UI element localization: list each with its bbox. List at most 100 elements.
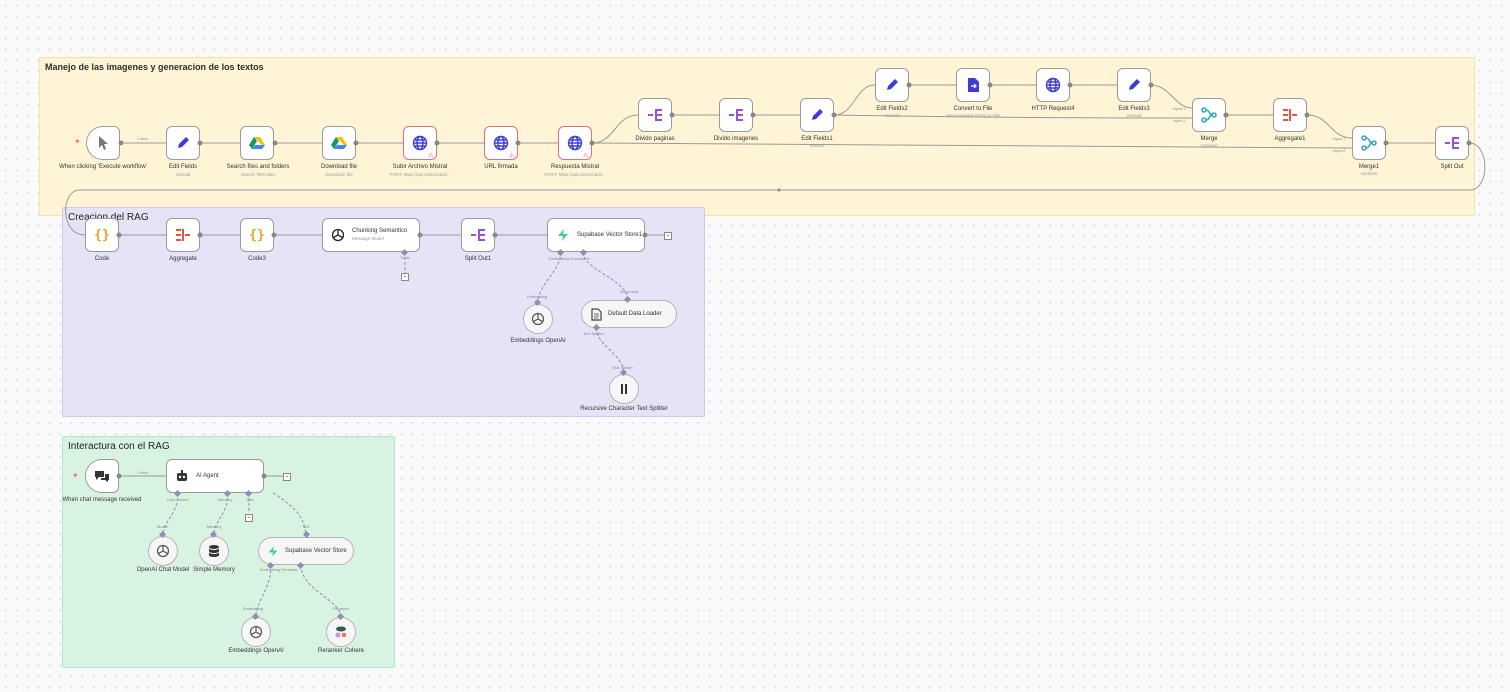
google-drive-icon (249, 137, 265, 149)
edit-fields1-sub: manual (809, 143, 825, 148)
chat-trigger-bolt-icon: ✦ (72, 471, 79, 480)
recursive-splitter-node[interactable] (609, 374, 639, 404)
embeddings-openai-rag-label: Embeddings OpenAI (510, 338, 566, 344)
merge-input2-label: Input 2 (1173, 118, 1186, 123)
aggregate1-label: Aggregate1 (1274, 136, 1306, 142)
edit-fields3-sub: manual (1126, 113, 1142, 118)
code-label: Code (94, 256, 110, 262)
recursive-splitter-label: Recursive Character Text Splitter (580, 406, 668, 412)
respuesta-mistral-sub: POST: https://api.mistral.ai/vl... (544, 172, 606, 177)
url-warning-icon: ⚠ (509, 153, 515, 159)
split-out-node[interactable] (1435, 126, 1469, 160)
chat-trigger-node[interactable] (85, 459, 119, 493)
supabase-icon (558, 229, 568, 241)
chunking-semantico-node[interactable]: Chunking Semantico Message Model (322, 218, 420, 252)
convert-to-file-sub: Move Base64 String to File (945, 113, 1001, 118)
agent-tool-add-button[interactable]: + (245, 514, 253, 522)
code3-node[interactable]: {} (240, 218, 274, 252)
edit-fields1-node[interactable] (800, 98, 834, 132)
chunking-add-tool-button[interactable]: + (401, 273, 409, 281)
globe-icon (1045, 77, 1061, 93)
merge-icon (1201, 107, 1217, 123)
download-file-sub: download: file (325, 172, 353, 177)
supabase-icon (268, 545, 278, 557)
chat-icon (95, 471, 109, 482)
cohere-icon (335, 626, 346, 638)
simple-memory-label: Simple Memory (193, 567, 235, 573)
document-icon (591, 307, 602, 321)
openai-icon (156, 544, 170, 558)
convert-to-file-node[interactable] (956, 68, 990, 102)
robot-icon (177, 470, 187, 481)
merge1-sub: combine (1360, 171, 1378, 176)
sticky-manejo-title: Manejo de las imagenes y generacion de l… (45, 62, 264, 72)
split-out-icon (471, 229, 485, 241)
database-icon (209, 545, 219, 557)
aggregate1-node[interactable] (1273, 98, 1307, 132)
edit-fields-node[interactable] (166, 126, 200, 160)
divido-paginas-label: Divido paginas (635, 136, 675, 142)
split-out1-node[interactable] (461, 218, 495, 252)
download-file-node[interactable] (322, 126, 356, 160)
chunking-tools-label: Tools (400, 255, 410, 260)
merge1-node[interactable] (1352, 126, 1386, 160)
openai-chat-model-node[interactable] (148, 536, 178, 566)
code-braces-icon: {} (94, 227, 110, 243)
divido-imagenes-node[interactable] (719, 98, 753, 132)
chunking-label: Chunking Semantico (352, 228, 408, 234)
supabase1-add-button[interactable]: + (664, 232, 672, 240)
merge-input1-label: Input 1 (1173, 106, 1186, 111)
respuesta-mistral-label: Respuesta Mistral (550, 164, 600, 170)
ai-agent-node[interactable]: AI Agent (166, 459, 264, 493)
pencil-icon (178, 137, 189, 148)
merge1-input2-label: Input 2 (1333, 148, 1346, 153)
subir-archivo-sub: POST: https://api.mistral.ai/vl... (389, 172, 451, 177)
google-drive-icon (331, 137, 347, 149)
text-splitter-icon (621, 384, 627, 394)
ai-agent-add-button[interactable]: + (283, 473, 291, 481)
search-files-node[interactable] (240, 126, 274, 160)
supabase-store-label: Supabase Vector Store (285, 548, 347, 554)
manual-trigger-label: When clicking 'Execute workflow' (59, 164, 147, 170)
download-file-label: Download file (320, 164, 358, 170)
reranker-label: Reranker (333, 606, 350, 611)
aggregate-icon (1283, 109, 1297, 121)
split-out-icon (729, 109, 743, 121)
divido-imagenes-label: Divido imagenes (713, 136, 759, 142)
edit-fields3-node[interactable] (1117, 68, 1151, 102)
pencil-icon (812, 109, 823, 120)
embeddings-openai-rag-node[interactable] (523, 304, 553, 334)
simple-memory-node[interactable] (199, 536, 229, 566)
subir-archivo-label: Subir Archivo Mistral (392, 164, 448, 170)
document-label: Document (620, 289, 639, 294)
supabase1-label: Supabase Vector Store1 (577, 232, 643, 238)
aggregate-node[interactable] (166, 218, 200, 252)
manual-trigger-node[interactable] (86, 126, 120, 160)
edit-fields2-node[interactable] (875, 68, 909, 102)
http-request4-node[interactable] (1036, 68, 1070, 102)
split-out1-label: Split Out1 (464, 256, 492, 262)
merge1-input1-label: Input 1 (1333, 136, 1346, 141)
default-data-loader-node[interactable]: Default Data Loader (581, 300, 677, 328)
text-splitter-label-2: Text Splitter (612, 365, 633, 370)
supabase-vector-store1-node[interactable]: Supabase Vector Store1 (547, 218, 645, 252)
divido-paginas-node[interactable] (638, 98, 672, 132)
supabase-vector-store-node[interactable]: Supabase Vector Store (258, 537, 354, 565)
embeddings-openai-node[interactable] (241, 617, 271, 647)
aggregate-icon (176, 229, 190, 241)
pencil-icon (1129, 79, 1140, 90)
merge-node[interactable] (1192, 98, 1226, 132)
edge-label-one-item: 1 item (137, 136, 148, 141)
subir-warning-icon: ⚠ (428, 153, 434, 159)
split-out-label: Split Out (1440, 164, 1464, 170)
text-splitter-label: Text Splitter (583, 331, 604, 336)
globe-icon (412, 135, 428, 151)
reranker-cohere-node[interactable] (326, 617, 356, 647)
default-loader-label: Default Data Loader (608, 311, 662, 317)
sticky-interactura-title: Interactura con el RAG (68, 441, 170, 452)
tool-label: Tool (246, 497, 254, 502)
embedding-label-2: Embedding (243, 606, 264, 611)
code-node[interactable]: {} (85, 218, 119, 252)
file-convert-icon (968, 78, 979, 92)
openai-icon (531, 312, 545, 326)
